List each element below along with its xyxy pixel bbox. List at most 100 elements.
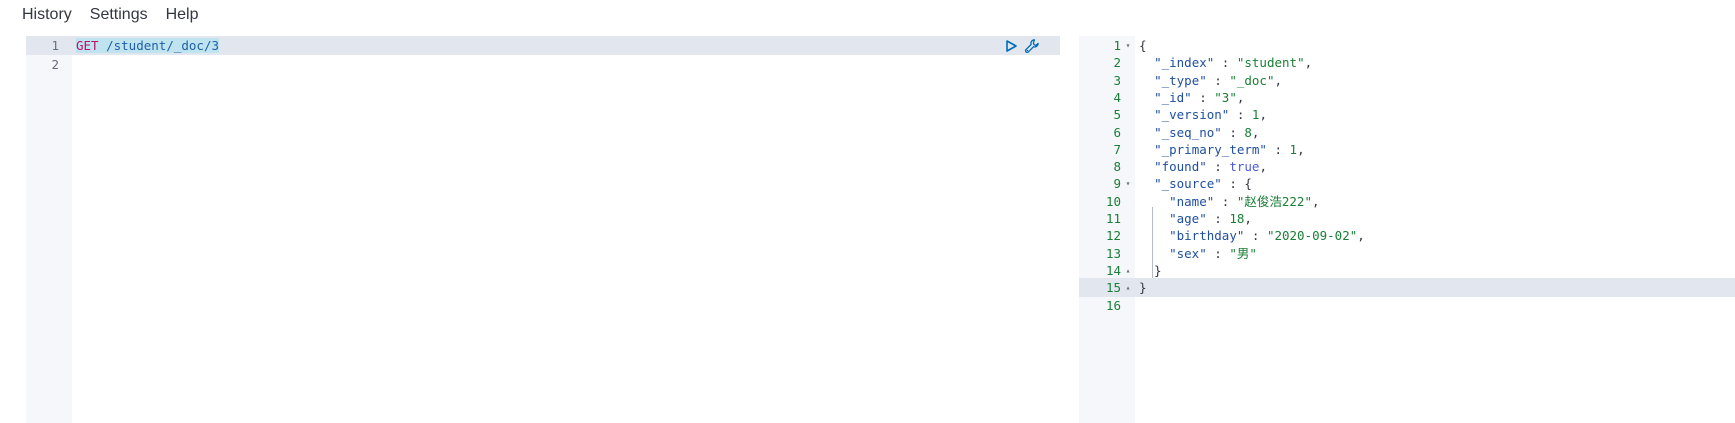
json-punc-token: [1139, 211, 1169, 226]
fold-toggle-icon[interactable]: ▴: [1121, 278, 1135, 297]
line-number: 8: [1079, 157, 1135, 176]
response-line[interactable]: "_source" : {: [1135, 174, 1735, 193]
line-number-text: 1: [1113, 38, 1121, 53]
json-punc-token: :: [1206, 211, 1230, 226]
response-line[interactable]: "name" : "赵俊浩222",: [1135, 192, 1735, 211]
wrench-icon[interactable]: [1024, 38, 1040, 54]
json-key-token: "_index": [1154, 55, 1215, 71]
json-punc-token: [1139, 55, 1154, 70]
request-method: GET: [76, 38, 99, 53]
line-number: 9 ▾: [1079, 174, 1135, 193]
response-line[interactable]: "_primary_term" : 1,: [1135, 140, 1735, 159]
json-str-token: "3": [1214, 89, 1237, 105]
json-punc-token: ,: [1251, 124, 1260, 140]
json-bool-token: true: [1229, 159, 1260, 175]
json-str-token: "_doc": [1229, 72, 1275, 88]
response-line[interactable]: [1135, 296, 1735, 315]
json-punc-token: :: [1214, 55, 1237, 71]
response-content[interactable]: { "_index" : "student", "_type" : "_doc"…: [1135, 36, 1735, 423]
line-number: 1: [26, 36, 72, 55]
json-punc-token: ,: [1244, 211, 1252, 226]
json-key-token: "found": [1154, 159, 1207, 175]
response-line[interactable]: "_index" : "student",: [1135, 53, 1735, 72]
line-number: 13: [1079, 244, 1135, 263]
request-line[interactable]: [72, 55, 1060, 74]
line-number-text: 4: [1113, 89, 1121, 105]
line-number: 10: [1079, 192, 1135, 211]
line-number-text: 6: [1113, 124, 1121, 140]
fold-toggle-icon[interactable]: ▴: [1121, 261, 1135, 280]
json-punc-token: [1139, 73, 1154, 88]
response-line[interactable]: }: [1135, 261, 1735, 280]
response-line[interactable]: "found" : true,: [1135, 157, 1735, 176]
json-punc-token: [1139, 246, 1169, 261]
response-line[interactable]: }: [1135, 278, 1735, 298]
line-number: 6: [1079, 123, 1135, 142]
json-punc-token: ,: [1259, 159, 1267, 175]
response-line[interactable]: "sex" : "男": [1135, 244, 1735, 263]
line-number-text: 9: [1113, 176, 1121, 192]
request-path: /student/_doc/3: [106, 38, 219, 53]
json-punc-token: :: [1206, 72, 1230, 88]
request-editor[interactable]: 1 2 GET /student/_doc/3: [26, 36, 1060, 423]
menu-history[interactable]: History: [22, 6, 72, 24]
json-punc-token: ,: [1259, 107, 1267, 123]
line-number: 15 ▴: [1079, 278, 1135, 298]
response-line[interactable]: "_id" : "3",: [1135, 88, 1735, 107]
json-punc-token: : {: [1221, 176, 1252, 192]
json-punc-token: :: [1244, 228, 1267, 244]
json-punc-token: [1139, 159, 1154, 174]
response-line[interactable]: {: [1135, 36, 1735, 55]
request-selection: GET /student/_doc/3: [76, 38, 219, 53]
json-punc-token: {: [1139, 38, 1147, 53]
json-str-token: "赵俊浩222": [1236, 193, 1312, 209]
json-punc-token: [1139, 228, 1169, 243]
json-num-token: 18: [1229, 211, 1245, 226]
json-punc-token: [1139, 176, 1154, 191]
json-punc-token: }: [1139, 262, 1162, 278]
response-line[interactable]: "_version" : 1,: [1135, 105, 1735, 124]
json-key-token: "_seq_no": [1154, 124, 1222, 140]
fold-toggle-icon[interactable]: ▾: [1121, 174, 1135, 193]
request-gutter: 1 2: [26, 36, 72, 423]
request-line[interactable]: GET /student/_doc/3: [72, 36, 1060, 55]
json-punc-token: ,: [1357, 228, 1365, 244]
json-punc-token: :: [1266, 141, 1290, 157]
json-key-token: "birthday": [1169, 228, 1245, 244]
request-actions: [1004, 36, 1040, 56]
response-line[interactable]: "_seq_no" : 8,: [1135, 123, 1735, 142]
json-punc-token: [1139, 194, 1169, 209]
line-number-text: 10: [1105, 193, 1121, 209]
menu-help[interactable]: Help: [166, 6, 199, 24]
json-key-token: "_version": [1154, 107, 1230, 123]
response-line[interactable]: "birthday" : "2020-09-02",: [1135, 226, 1735, 245]
line-number: 4: [1079, 88, 1135, 107]
json-punc-token: [1139, 90, 1154, 105]
json-punc-token: ,: [1297, 141, 1305, 157]
line-number: 1 ▾: [1079, 36, 1135, 55]
json-key-token: "_id": [1154, 89, 1192, 105]
request-content[interactable]: GET /student/_doc/3: [72, 36, 1060, 423]
json-key-token: "sex": [1169, 245, 1207, 261]
line-number-text: 5: [1113, 107, 1121, 123]
line-number-text: 2: [1113, 55, 1121, 71]
json-str-token: "student": [1236, 55, 1305, 71]
menu-settings[interactable]: Settings: [90, 6, 148, 24]
line-number-text: 14: [1105, 262, 1121, 278]
json-punc-token: ,: [1311, 193, 1320, 209]
json-punc-token: :: [1206, 245, 1230, 261]
response-editor[interactable]: 1 ▾ 2 3 4 5 6 7 8 9 ▾ 10 11 12 13 14 ▴ 15 ▴ 16 { "_index" :…: [1079, 36, 1735, 423]
json-punc-token: }: [1139, 280, 1147, 296]
json-punc-token: ,: [1236, 89, 1245, 105]
fold-toggle-icon[interactable]: ▾: [1121, 36, 1135, 55]
response-line[interactable]: "_type" : "_doc",: [1135, 71, 1735, 90]
json-key-token: "_primary_term": [1154, 141, 1267, 157]
line-number: 2: [51, 57, 59, 72]
json-punc-token: ,: [1304, 55, 1313, 71]
line-number: 14 ▴: [1079, 261, 1135, 280]
line-number-text: 3: [1113, 72, 1121, 88]
play-icon[interactable]: [1004, 39, 1018, 53]
json-punc-token: [1139, 107, 1154, 122]
response-line[interactable]: "age" : 18,: [1135, 209, 1735, 228]
line-number-text: 11: [1105, 211, 1121, 226]
